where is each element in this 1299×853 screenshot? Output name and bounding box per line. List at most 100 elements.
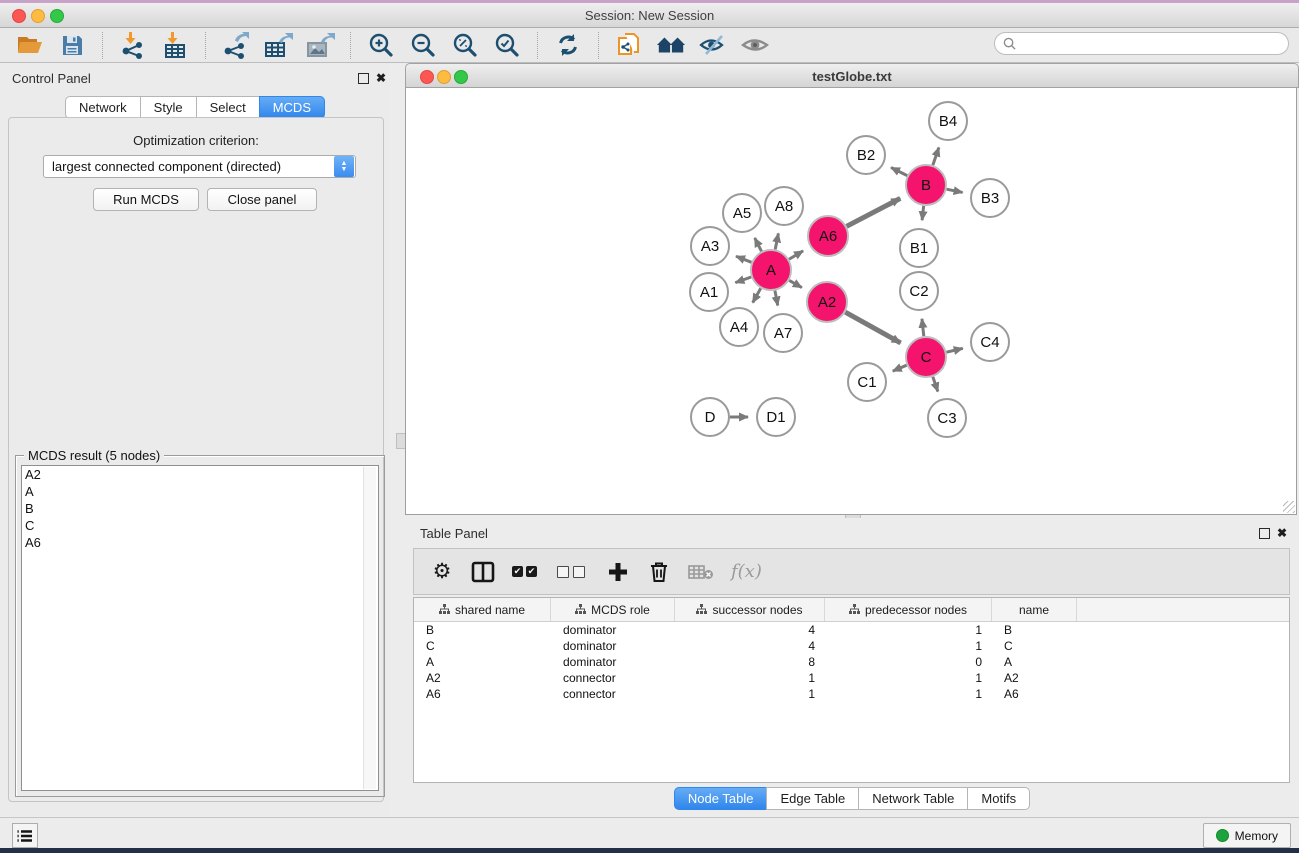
edge-A-A6[interactable] (789, 251, 803, 259)
table-cell[interactable]: connector (551, 671, 675, 685)
table-cell[interactable]: A6 (414, 687, 551, 701)
edge-B-B2[interactable] (891, 168, 907, 176)
table-cell[interactable]: 1 (825, 687, 992, 701)
table-row[interactable]: Bdominator41B (414, 622, 1289, 638)
edge-A-A8[interactable] (775, 233, 778, 249)
search-input[interactable] (1021, 36, 1280, 52)
save-session-icon[interactable] (57, 30, 87, 60)
node-table[interactable]: shared nameMCDS rolesuccessor nodesprede… (413, 597, 1290, 783)
table-cell[interactable]: dominator (551, 639, 675, 653)
tab-network-table[interactable]: Network Table (858, 787, 967, 810)
table-cell[interactable]: 1 (675, 671, 825, 685)
table-cell[interactable]: A2 (992, 671, 1077, 685)
edge-C-C3[interactable] (933, 377, 938, 392)
close-panel-button[interactable]: Close panel (207, 188, 317, 211)
table-cell[interactable]: 1 (825, 623, 992, 637)
export-table-icon[interactable] (263, 30, 293, 60)
table-row[interactable]: Adominator80A (414, 654, 1289, 670)
table-cell[interactable]: A6 (992, 687, 1077, 701)
table-cell[interactable]: 8 (675, 655, 825, 669)
table-cell[interactable]: A2 (414, 671, 551, 685)
table-cell[interactable]: 1 (825, 639, 992, 653)
column-header[interactable]: name (992, 598, 1077, 621)
result-item[interactable]: C (22, 517, 378, 534)
resize-corner-icon[interactable] (1283, 501, 1295, 513)
result-scrollbar[interactable] (363, 467, 376, 789)
edge-A-A3[interactable] (736, 256, 751, 262)
edge-B-B3[interactable] (947, 189, 963, 192)
show-columns-icon[interactable] (471, 559, 495, 585)
result-item[interactable]: A6 (22, 534, 378, 551)
table-cell[interactable]: B (414, 623, 551, 637)
column-header[interactable]: predecessor nodes (825, 598, 992, 621)
memory-button[interactable]: Memory (1203, 823, 1291, 848)
zoom-in-icon[interactable] (366, 30, 396, 60)
deselect-all-icon[interactable] (557, 559, 589, 585)
add-column-icon[interactable] (606, 559, 630, 585)
home-icon[interactable] (656, 30, 686, 60)
table-cell[interactable]: 1 (675, 687, 825, 701)
run-mcds-button[interactable]: Run MCDS (93, 188, 199, 211)
table-cell[interactable]: 4 (675, 623, 825, 637)
table-cell[interactable]: 1 (825, 671, 992, 685)
float-panel-icon[interactable] (358, 73, 369, 84)
optimization-criterion-select[interactable]: largest connected component (directed) ▲… (43, 155, 356, 178)
table-row[interactable]: Cdominator41C (414, 638, 1289, 654)
tab-style[interactable]: Style (140, 96, 196, 119)
table-row[interactable]: A2connector11A2 (414, 670, 1289, 686)
zoom-fit-icon[interactable] (450, 30, 480, 60)
edge-A-A5[interactable] (755, 238, 762, 251)
zoom-out-icon[interactable] (408, 30, 438, 60)
tab-mcds[interactable]: MCDS (259, 96, 325, 119)
table-cell[interactable]: A (414, 655, 551, 669)
edge-A-A1[interactable] (735, 277, 751, 283)
column-header[interactable]: successor nodes (675, 598, 825, 621)
tab-network[interactable]: Network (65, 96, 140, 119)
duplicate-network-icon[interactable] (614, 30, 644, 60)
result-item[interactable]: A (22, 483, 378, 500)
network-canvas[interactable]: B4B2BB3A5A8A6B1A3AC2A1A2A4A7C4CC1DD1C3 (405, 88, 1297, 515)
zoom-selected-icon[interactable] (492, 30, 522, 60)
table-close-panel-icon[interactable]: ✖ (1277, 527, 1287, 539)
table-cell[interactable]: C (414, 639, 551, 653)
edge-A-A7[interactable] (775, 291, 778, 306)
table-row[interactable]: A6connector11A6 (414, 686, 1289, 702)
search-box[interactable] (994, 32, 1289, 55)
refresh-icon[interactable] (553, 30, 583, 60)
edge-C-C1[interactable] (893, 365, 907, 371)
edge-A2-C[interactable] (845, 312, 900, 343)
show-panels-icon[interactable] (740, 30, 770, 60)
export-image-icon[interactable] (305, 30, 335, 60)
close-panel-icon[interactable]: ✖ (376, 72, 386, 84)
tab-motifs[interactable]: Motifs (967, 787, 1030, 810)
result-item[interactable]: B (22, 500, 378, 517)
result-item[interactable]: A2 (22, 466, 378, 483)
import-table-icon[interactable] (160, 30, 190, 60)
open-session-icon[interactable] (15, 30, 45, 60)
column-header[interactable]: shared name (414, 598, 551, 621)
table-cell[interactable]: connector (551, 687, 675, 701)
column-header[interactable]: MCDS role (551, 598, 675, 621)
edge-C-C2[interactable] (922, 319, 924, 336)
table-float-panel-icon[interactable] (1259, 528, 1270, 539)
table-settings-gear-icon[interactable]: ⚙ (430, 559, 454, 585)
mcds-result-list[interactable]: A2ABCA6 (21, 465, 379, 791)
import-network-icon[interactable] (118, 30, 148, 60)
edge-B-B4[interactable] (933, 147, 939, 165)
task-history-button[interactable] (12, 823, 38, 848)
edge-A6-B[interactable] (847, 198, 901, 226)
edge-C-C4[interactable] (946, 348, 962, 352)
delete-column-icon[interactable] (647, 559, 671, 585)
tab-select[interactable]: Select (196, 96, 259, 119)
hide-panels-icon[interactable] (698, 30, 728, 60)
export-network-icon[interactable] (221, 30, 251, 60)
tab-node-table[interactable]: Node Table (674, 787, 767, 810)
table-cell[interactable]: dominator (551, 623, 675, 637)
table-cell[interactable]: A (992, 655, 1077, 669)
table-cell[interactable]: B (992, 623, 1077, 637)
edge-A-A2[interactable] (789, 280, 802, 287)
edge-B-B1[interactable] (922, 206, 924, 220)
tab-edge-table[interactable]: Edge Table (766, 787, 858, 810)
table-cell[interactable]: 0 (825, 655, 992, 669)
table-cell[interactable]: 4 (675, 639, 825, 653)
